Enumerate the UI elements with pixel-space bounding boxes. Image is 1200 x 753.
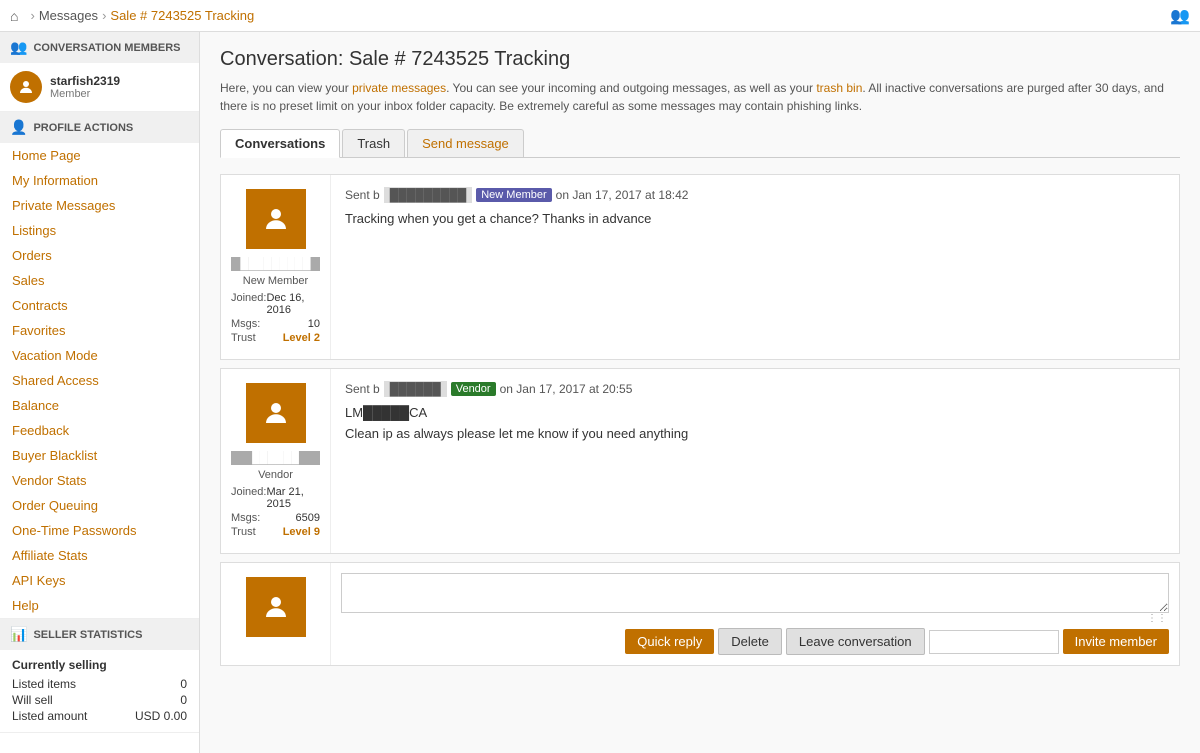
profile-actions-header: 👤 PROFILE ACTIONS: [0, 112, 199, 143]
message-1-username-box: █████████: [231, 257, 320, 271]
message-1-header: Sent b █████████ New Member on Jan 17, 2…: [345, 187, 1165, 203]
message-2-username-box: ██████: [231, 451, 320, 465]
message-1: █████████ New Member Joined: Dec 16, 201…: [220, 174, 1180, 360]
home-icon[interactable]: ⌂: [10, 8, 18, 24]
sidebar-item-one-time-passwords[interactable]: One-Time Passwords: [0, 518, 199, 543]
message-2-member-label: Vendor: [258, 469, 293, 481]
message-2-stats: Joined: Mar 21, 2015 Msgs: 6509 Trust Le…: [231, 485, 320, 539]
sidebar-item-sales[interactable]: Sales: [0, 268, 199, 293]
message-2-avatar-col: ██████ Vendor Joined: Mar 21, 2015 Msgs:…: [221, 369, 331, 553]
sidebar-item-private-messages[interactable]: Private Messages: [0, 193, 199, 218]
sidebar-item-help[interactable]: Help: [0, 593, 199, 618]
message-2: ██████ Vendor Joined: Mar 21, 2015 Msgs:…: [220, 368, 1180, 554]
sidebar-item-shared-access[interactable]: Shared Access: [0, 368, 199, 393]
sidebar-item-listings[interactable]: Listings: [0, 218, 199, 243]
profile-actions-icon: 👤: [10, 119, 27, 136]
tab-conversations[interactable]: Conversations: [220, 129, 340, 158]
trash-link[interactable]: trash bin: [816, 81, 862, 95]
main-content: Conversation: Sale # 7243525 Tracking He…: [200, 32, 1200, 753]
reply-container: ⋮⋮ Quick reply Delete Leave conversation…: [220, 562, 1180, 666]
stats-row-will-sell: Will sell 0: [12, 692, 187, 708]
message-1-text: Tracking when you get a chance? Thanks i…: [345, 211, 1165, 226]
message-1-badge: New Member: [476, 188, 551, 202]
reply-textarea[interactable]: [341, 573, 1169, 613]
sidebar-item-my-information[interactable]: My Information: [0, 168, 199, 193]
top-nav-right: 👥: [1170, 6, 1190, 26]
message-2-text: Clean ip as always please let me know if…: [345, 426, 1165, 441]
breadcrumb-messages[interactable]: Messages: [39, 8, 98, 23]
tabs: Conversations Trash Send message: [220, 129, 1180, 158]
reply-body-col: ⋮⋮ Quick reply Delete Leave conversation…: [331, 563, 1179, 665]
sidebar-section-profile-actions: 👤 PROFILE ACTIONS Home Page My Informati…: [0, 112, 199, 619]
private-messages-link[interactable]: private messages: [352, 81, 446, 95]
sidebar-item-vacation-mode[interactable]: Vacation Mode: [0, 343, 199, 368]
sidebar-item-favorites[interactable]: Favorites: [0, 318, 199, 343]
reply-avatar-col: [221, 563, 331, 665]
message-2-avatar: [246, 383, 306, 443]
invite-member-button[interactable]: Invite member: [1063, 629, 1169, 654]
delete-button[interactable]: Delete: [718, 628, 782, 655]
sidebar-item-feedback[interactable]: Feedback: [0, 418, 199, 443]
message-2-body: Sent b ██████ Vendor on Jan 17, 2017 at …: [331, 369, 1179, 553]
sidebar-item-home-page[interactable]: Home Page: [0, 143, 199, 168]
sidebar: 👥 CONVERSATION MEMBERS starfish2319 Memb…: [0, 32, 200, 753]
profile-nav-icon[interactable]: 👥: [1170, 8, 1190, 25]
main-layout: 👥 CONVERSATION MEMBERS starfish2319 Memb…: [0, 32, 1200, 753]
resize-handle: ⋮⋮: [341, 613, 1169, 624]
stats-section: Currently selling Listed items 0 Will se…: [0, 650, 199, 732]
invite-member-input[interactable]: [929, 630, 1059, 654]
seller-stats-header: 📊 SELLER STATISTICS: [0, 619, 199, 650]
user-name-info: starfish2319 Member: [50, 74, 120, 100]
conversation-members-icon: 👥: [10, 39, 27, 56]
sidebar-item-balance[interactable]: Balance: [0, 393, 199, 418]
reply-actions: Quick reply Delete Leave conversation In…: [341, 628, 1169, 655]
message-2-badge: Vendor: [451, 382, 496, 396]
sidebar-section-seller-stats: 📊 SELLER STATISTICS Currently selling Li…: [0, 619, 199, 733]
sidebar-item-vendor-stats[interactable]: Vendor Stats: [0, 468, 199, 493]
tab-trash[interactable]: Trash: [342, 129, 405, 157]
sidebar-section-conversation-members: 👥 CONVERSATION MEMBERS starfish2319 Memb…: [0, 32, 199, 112]
sidebar-item-affiliate-stats[interactable]: Affiliate Stats: [0, 543, 199, 568]
message-2-header: Sent b ██████ Vendor on Jan 17, 2017 at …: [345, 381, 1165, 397]
message-1-body: Sent b █████████ New Member on Jan 17, 2…: [331, 175, 1179, 359]
quick-reply-button[interactable]: Quick reply: [625, 629, 714, 654]
sidebar-item-contracts[interactable]: Contracts: [0, 293, 199, 318]
sidebar-item-order-queuing[interactable]: Order Queuing: [0, 493, 199, 518]
message-1-stats: Joined: Dec 16, 2016 Msgs: 10 Trust Leve…: [231, 291, 320, 345]
message-1-sender-name: █████████: [384, 187, 473, 203]
stats-row-listed-amount: Listed amount USD 0.00: [12, 708, 187, 724]
message-1-member-label: New Member: [243, 275, 308, 287]
sidebar-item-api-keys[interactable]: API Keys: [0, 568, 199, 593]
message-2-subtext: LM█████CA: [345, 405, 1165, 420]
page-title: Conversation: Sale # 7243525 Tracking: [220, 48, 1180, 71]
sidebar-item-buyer-blacklist[interactable]: Buyer Blacklist: [0, 443, 199, 468]
breadcrumb-current: Sale # 7243525 Tracking: [110, 8, 254, 23]
leave-conversation-button[interactable]: Leave conversation: [786, 628, 925, 655]
tab-send-message[interactable]: Send message: [407, 129, 524, 157]
message-1-avatar: [246, 189, 306, 249]
stats-row-listed-items: Listed items 0: [12, 676, 187, 692]
reply-avatar: [246, 577, 306, 637]
message-2-sender-name: ██████: [384, 381, 447, 397]
sidebar-nav: Home Page My Information Private Message…: [0, 143, 199, 618]
top-nav: ⌂ › Messages › Sale # 7243525 Tracking 👥: [0, 0, 1200, 32]
message-1-avatar-col: █████████ New Member Joined: Dec 16, 201…: [221, 175, 331, 359]
seller-stats-icon: 📊: [10, 626, 27, 643]
user-info: starfish2319 Member: [0, 63, 199, 111]
conversation-members-header: 👥 CONVERSATION MEMBERS: [0, 32, 199, 63]
sidebar-item-orders[interactable]: Orders: [0, 243, 199, 268]
user-avatar: [10, 71, 42, 103]
info-text: Here, you can view your private messages…: [220, 79, 1180, 115]
